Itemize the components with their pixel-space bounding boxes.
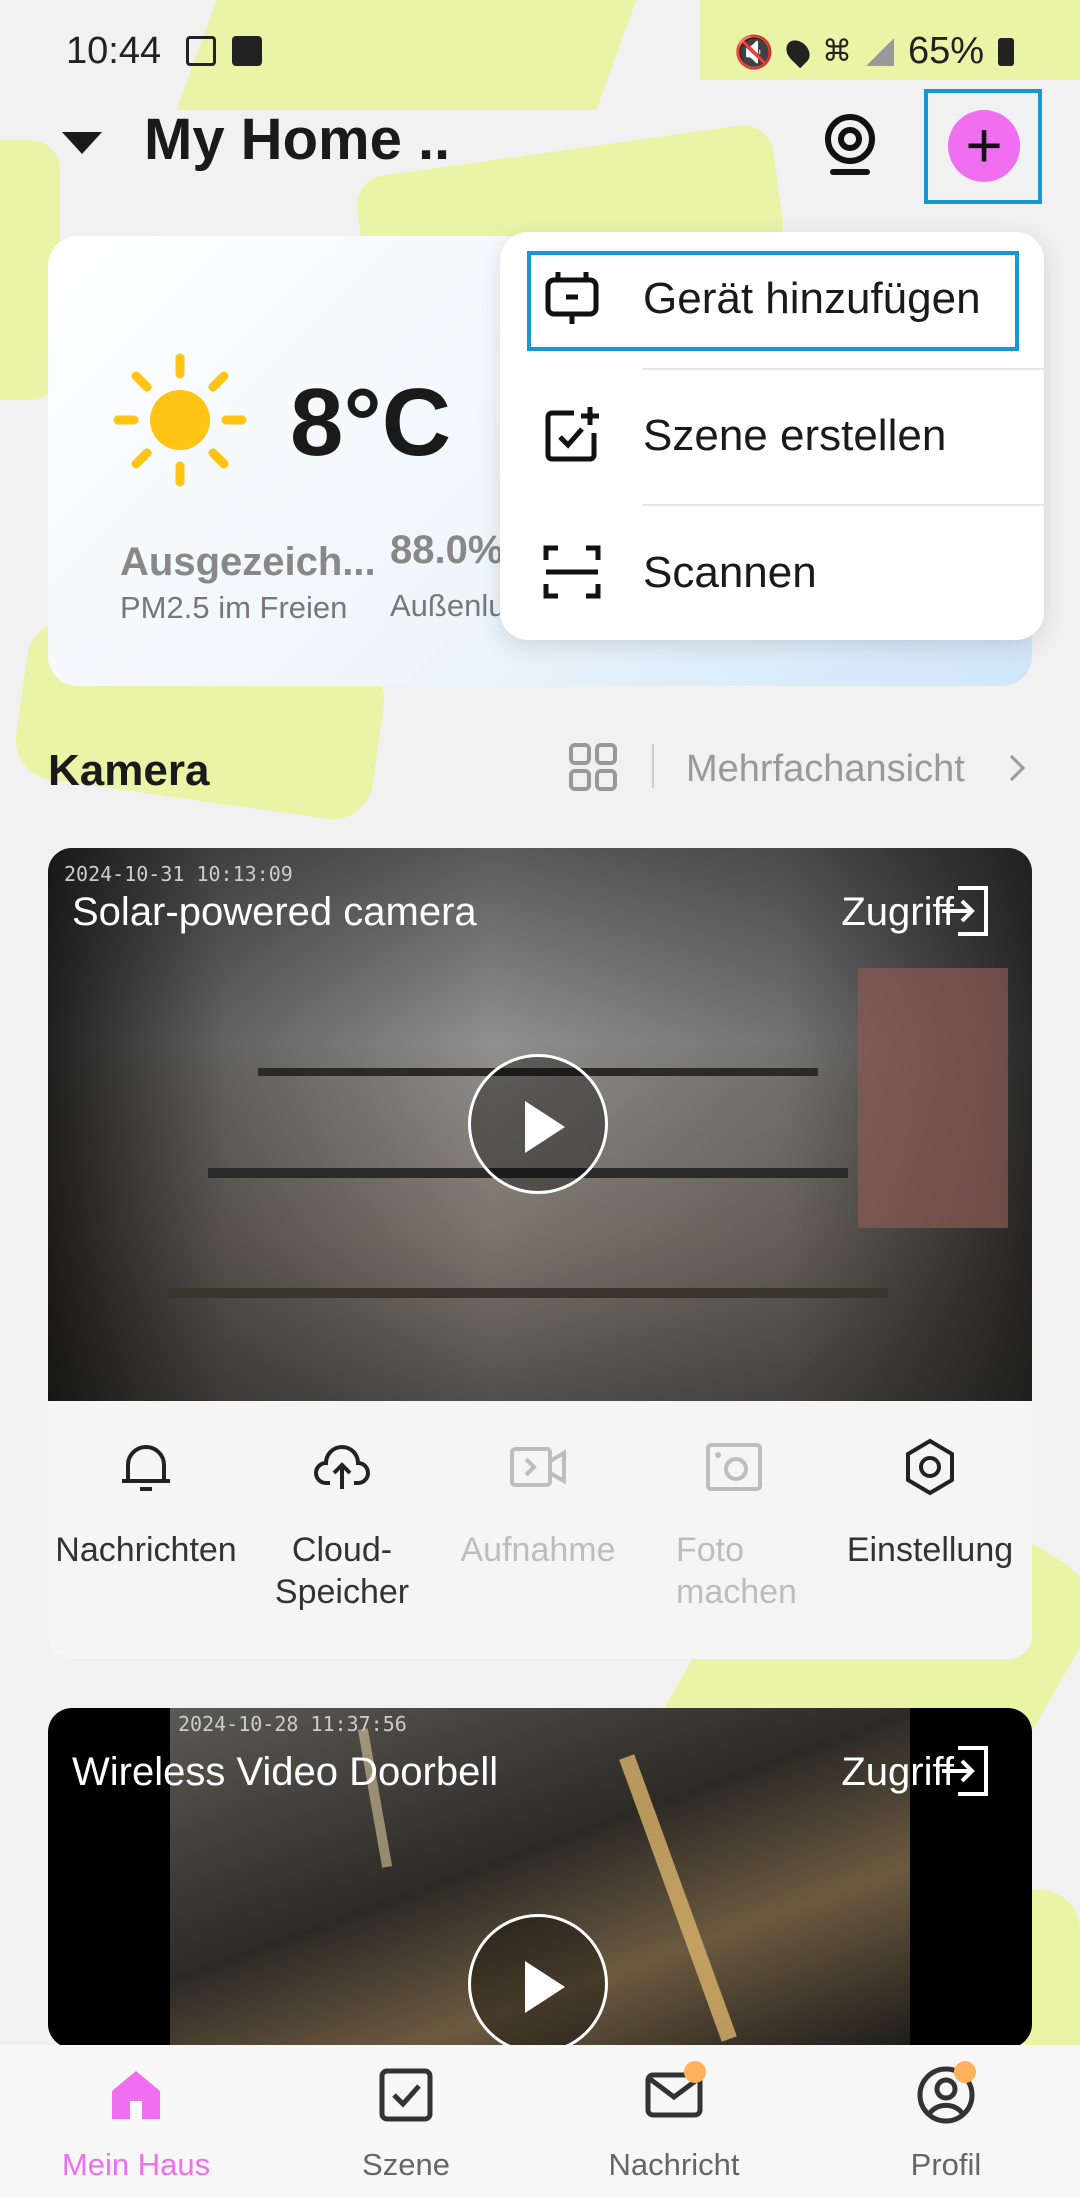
settings-icon — [906, 1438, 954, 1496]
shelf — [168, 1288, 888, 1298]
cloud-upload-icon — [314, 1445, 370, 1489]
home-title[interactable]: My Home .. — [144, 106, 450, 173]
take-photo-icon — [706, 1443, 762, 1491]
menu-item-create-scene[interactable]: Szene erstellen — [500, 369, 1044, 501]
action-cloud-storage[interactable]: Cloud-Speicher — [244, 1401, 440, 1659]
camera-card: 2024-10-28 11:37:56 Wireless Video Doorb… — [48, 1708, 1032, 2048]
signal-icon — [865, 37, 894, 66]
camera-actions: Nachrichten Cloud-Speicher Aufnahme Foto… — [48, 1401, 1032, 1659]
window-building — [858, 968, 1008, 1228]
enter-icon[interactable] — [938, 1744, 992, 1798]
notification-badge — [954, 2061, 976, 2083]
multi-view-link[interactable]: Mehrfachansicht — [686, 748, 965, 791]
check-notification-icon — [232, 36, 262, 66]
home-switch-caret-icon[interactable] — [62, 132, 102, 154]
status-bar: 10:44 🔇 ⌘ 65% — [0, 0, 1080, 100]
scene-icon — [379, 2068, 433, 2122]
location-icon — [781, 35, 815, 68]
action-record[interactable]: Aufnahme — [440, 1401, 636, 1659]
sun-icon — [113, 353, 247, 487]
menu-item-label: Scannen — [643, 548, 817, 597]
temperature: 8°C — [290, 369, 452, 476]
wifi-icon: ⌘ — [821, 35, 852, 68]
selected-menu-item-highlight — [527, 251, 1019, 351]
camera-card: 2024-10-31 10:13:09 Solar-powered camera… — [48, 848, 1032, 1659]
mute-icon: 🔇 — [734, 33, 774, 70]
air-quality-value: Ausgezeich... — [120, 540, 376, 584]
play-button[interactable] — [468, 1914, 608, 2048]
nav-label: Szene — [362, 2147, 450, 2182]
action-settings[interactable]: Einstellung — [832, 1401, 1028, 1659]
humidity-label: Außenluftfeuchtigkeit — [390, 588, 500, 623]
scan-icon — [543, 545, 601, 599]
notification-badge — [684, 2061, 706, 2083]
gallery-notification-icon — [186, 36, 216, 66]
nav-item-message[interactable]: Nachricht — [574, 2045, 774, 2197]
camera-overview-button[interactable] — [820, 112, 880, 180]
humidity-value: 88.0% — [390, 528, 500, 572]
light-streak — [619, 1754, 737, 2042]
section-divider — [652, 744, 654, 788]
home-icon — [112, 2071, 160, 2119]
action-label: Einstellung — [846, 1531, 1014, 1569]
bottom-navigation: Mein Haus Szene Nachricht Profil — [0, 2045, 1080, 2197]
air-quality-label: PM2.5 im Freien — [120, 590, 348, 625]
grid-view-icon[interactable] — [568, 742, 618, 792]
action-take-photo[interactable]: Foto machen — [636, 1401, 832, 1659]
nav-item-home[interactable]: Mein Haus — [36, 2045, 236, 2197]
action-label: Foto machen — [676, 1531, 797, 1611]
battery-icon — [998, 37, 1014, 66]
chevron-right-icon[interactable] — [1006, 752, 1028, 784]
enter-icon[interactable] — [938, 884, 992, 938]
bell-icon — [122, 1445, 170, 1491]
action-label: Nachrichten — [55, 1531, 237, 1569]
nav-label: Nachricht — [608, 2147, 740, 2182]
nav-item-profile[interactable]: Profil — [846, 2045, 1046, 2197]
action-label: Aufnahme — [460, 1531, 616, 1569]
action-label: Cloud-Speicher — [274, 1531, 410, 1611]
record-video-icon — [510, 1447, 566, 1487]
create-scene-icon — [545, 407, 599, 462]
nav-item-scene[interactable]: Szene — [306, 2045, 506, 2197]
camera-section-title: Kamera — [48, 746, 210, 795]
nav-label: Mein Haus — [61, 2147, 211, 2182]
menu-item-label: Szene erstellen — [643, 411, 947, 460]
add-button[interactable]: + — [948, 110, 1020, 182]
camera-timestamp: 2024-10-31 10:13:09 — [64, 862, 293, 886]
action-messages[interactable]: Nachrichten — [48, 1401, 244, 1659]
camera-name: Solar-powered camera — [72, 890, 477, 934]
status-time: 10:44 — [66, 30, 162, 72]
play-button[interactable] — [468, 1054, 608, 1194]
camera-name: Wireless Video Doorbell — [72, 1750, 499, 1794]
menu-item-scan[interactable]: Scannen — [500, 506, 1044, 638]
camera-timestamp: 2024-10-28 11:37:56 — [178, 1712, 407, 1736]
nav-label: Profil — [910, 2147, 982, 2182]
webcam-icon — [825, 114, 875, 175]
battery-level: 65% — [907, 30, 984, 72]
